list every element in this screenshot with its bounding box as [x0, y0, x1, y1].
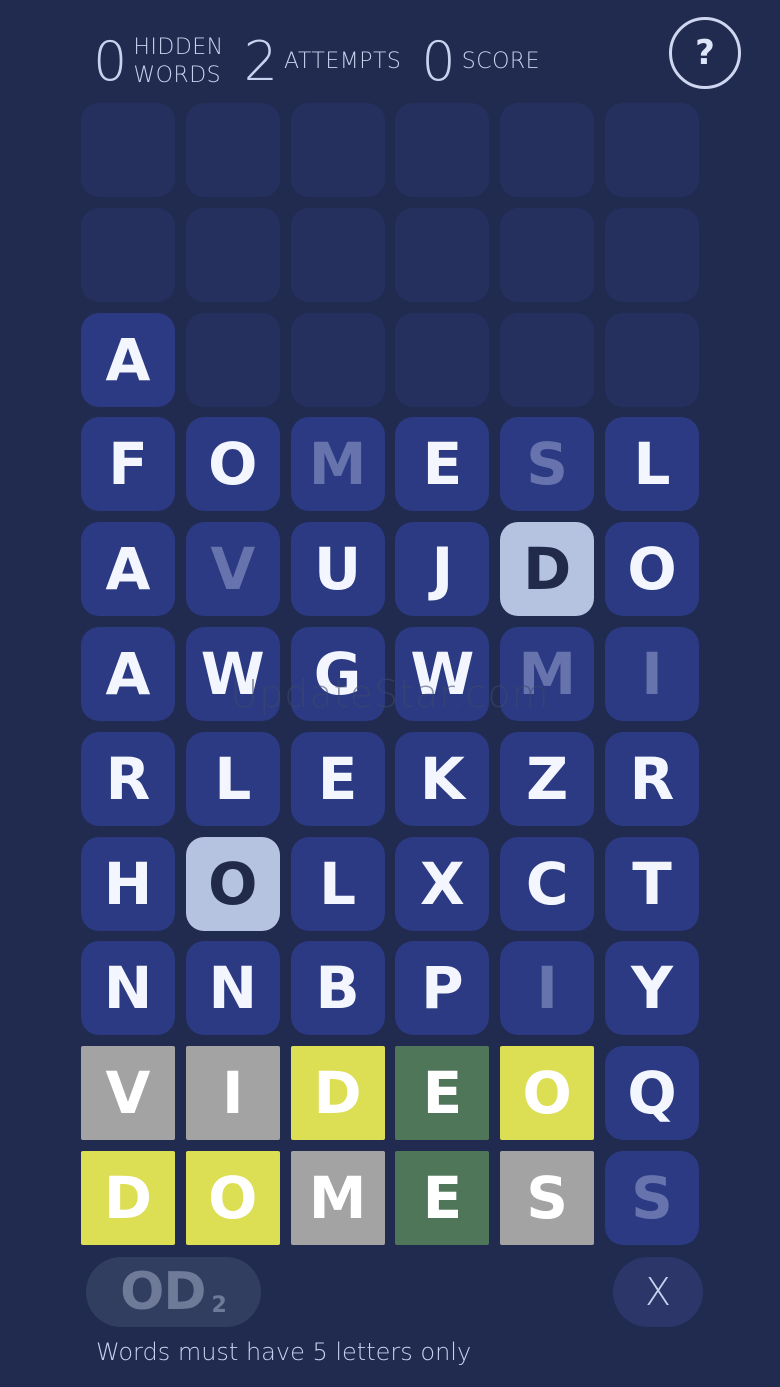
letter-tile[interactable]: J — [395, 522, 490, 617]
letter-tile[interactable]: I — [605, 627, 699, 721]
letter-tile[interactable]: R — [81, 731, 175, 826]
letter-tile[interactable]: M — [290, 417, 385, 512]
empty-tile — [81, 103, 175, 197]
score-stat: 0 SCORE — [421, 35, 540, 89]
letter-tile[interactable]: M — [500, 627, 595, 721]
letter-tile[interactable]: S — [500, 1151, 595, 1245]
letter-tile[interactable]: B — [290, 941, 385, 1036]
empty-tile — [185, 312, 280, 407]
hidden-words-count: 0 — [93, 30, 127, 93]
letter-tile[interactable]: O — [500, 1046, 595, 1141]
hidden-words-label: HIDDEN WORDS — [133, 35, 224, 88]
letter-tile[interactable]: L — [290, 836, 385, 931]
hint-text: Words must have 5 letters only — [96, 1338, 472, 1366]
empty-tile — [290, 312, 385, 407]
letter-tile[interactable]: E — [290, 731, 385, 826]
empty-tile — [500, 207, 595, 302]
stats-bar: 0 HIDDEN WORDS 2 ATTEMPTS 0 SCORE — [93, 30, 560, 94]
letter-tile[interactable]: D — [290, 1046, 385, 1141]
empty-tile — [605, 207, 699, 302]
letter-tile[interactable]: O — [185, 1151, 280, 1245]
letter-tile[interactable]: Q — [605, 1046, 699, 1141]
current-word: OD — [120, 1262, 206, 1322]
empty-tile — [185, 207, 280, 302]
close-icon: X — [644, 1270, 672, 1314]
letter-tile[interactable]: V — [185, 522, 280, 617]
question-mark-icon: ? — [695, 33, 715, 73]
attempts-stat: 2 ATTEMPTS — [244, 35, 402, 89]
letter-tile[interactable]: U — [290, 522, 385, 617]
hidden-words-stat: 0 HIDDEN WORDS — [93, 34, 224, 90]
empty-tile — [605, 312, 699, 407]
empty-tile — [500, 312, 595, 407]
letter-tile[interactable]: M — [290, 1151, 385, 1245]
letter-tile[interactable]: H — [81, 836, 175, 931]
score-count: 0 — [421, 30, 455, 93]
current-word-pill: OD 2 — [86, 1257, 261, 1327]
letter-tile[interactable]: A — [81, 522, 175, 617]
letter-tile[interactable]: F — [81, 417, 175, 512]
attempts-label: ATTEMPTS — [284, 49, 402, 74]
empty-tile — [395, 103, 490, 197]
help-button[interactable]: ? — [669, 17, 741, 89]
letter-tile[interactable]: E — [395, 1046, 490, 1141]
letter-tile[interactable]: E — [395, 417, 490, 512]
clear-button[interactable]: X — [613, 1257, 703, 1327]
letter-tile[interactable]: L — [605, 417, 699, 512]
empty-tile — [605, 103, 699, 197]
letter-tile[interactable]: T — [605, 836, 699, 931]
letter-tile[interactable]: W — [185, 627, 280, 721]
letter-tile[interactable]: W — [395, 627, 490, 721]
letter-tile[interactable]: S — [500, 417, 595, 512]
letter-tile[interactable]: A — [81, 627, 175, 721]
letter-tile[interactable]: S — [605, 1151, 699, 1245]
letter-tile[interactable]: E — [395, 1151, 490, 1245]
empty-tile — [395, 207, 490, 302]
letter-tile[interactable]: X — [395, 836, 490, 931]
letter-tile[interactable]: D — [81, 1151, 175, 1245]
empty-tile — [395, 312, 490, 407]
current-word-length: 2 — [211, 1292, 227, 1318]
letter-tile[interactable]: R — [605, 731, 699, 826]
letter-tile[interactable]: C — [500, 836, 595, 931]
empty-tile — [81, 207, 175, 302]
score-label: SCORE — [461, 49, 541, 74]
empty-tile — [500, 103, 595, 197]
letter-tile[interactable]: G — [290, 627, 385, 721]
letter-tile[interactable]: N — [185, 941, 280, 1036]
letter-tile[interactable]: Y — [605, 941, 699, 1036]
letter-tile[interactable]: V — [81, 1046, 175, 1141]
empty-tile — [290, 103, 385, 197]
letter-tile[interactable]: I — [500, 941, 595, 1036]
letter-tile[interactable]: L — [185, 731, 280, 826]
letter-tile[interactable]: O — [185, 836, 280, 931]
letter-tile[interactable]: Z — [500, 731, 595, 826]
letter-tile[interactable]: A — [81, 312, 175, 407]
letter-tile[interactable]: D — [500, 522, 595, 617]
letter-grid: AFOMESLAVUJDOAWGWMIRLEKZRHOLXCTNNBPIYVID… — [81, 103, 699, 1245]
letter-tile[interactable]: O — [185, 417, 280, 512]
letter-tile[interactable]: K — [395, 731, 490, 826]
attempts-count: 2 — [243, 30, 278, 93]
letter-tile[interactable]: I — [185, 1046, 280, 1141]
letter-tile[interactable]: P — [395, 941, 490, 1036]
empty-tile — [185, 103, 280, 197]
empty-tile — [290, 207, 385, 302]
letter-tile[interactable]: O — [605, 522, 699, 617]
letter-tile[interactable]: N — [81, 941, 175, 1036]
